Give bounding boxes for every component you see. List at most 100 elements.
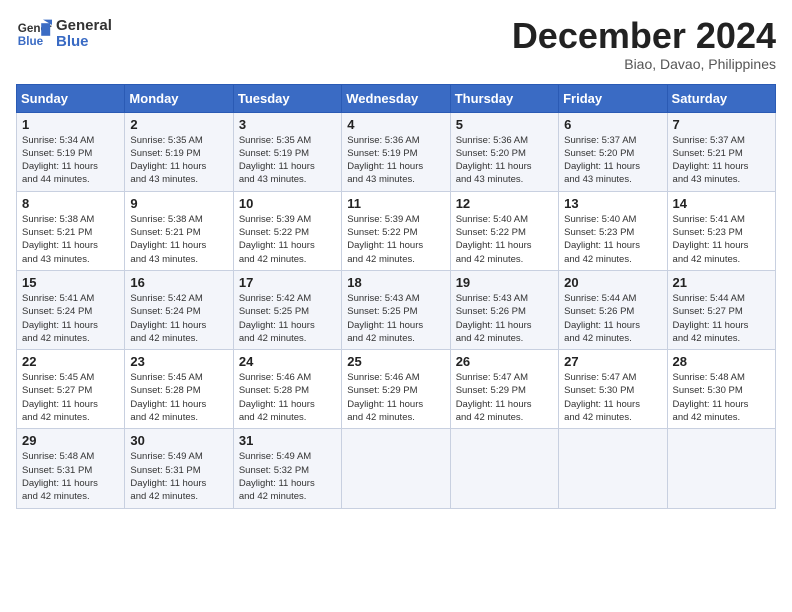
day-number: 27	[564, 354, 661, 369]
day-number: 31	[239, 433, 336, 448]
day-info: Sunrise: 5:46 AMSunset: 5:28 PMDaylight:…	[239, 371, 336, 424]
title-block: December 2024 Biao, Davao, Philippines	[512, 16, 776, 72]
day-info: Sunrise: 5:45 AMSunset: 5:28 PMDaylight:…	[130, 371, 227, 424]
calendar-cell: 27 Sunrise: 5:47 AMSunset: 5:30 PMDayligh…	[559, 350, 667, 429]
day-info: Sunrise: 5:47 AMSunset: 5:29 PMDaylight:…	[456, 371, 553, 424]
calendar-cell: 28Sunrise: 5:48 AMSunset: 5:30 PMDayligh…	[667, 350, 775, 429]
day-info: Sunrise: 5:44 AMSunset: 5:27 PMDaylight:…	[673, 292, 770, 345]
calendar-cell: 10Sunrise: 5:39 AMSunset: 5:22 PMDayligh…	[233, 191, 341, 270]
week-row-4: 22 Sunrise: 5:45 AMSunset: 5:27 PMDayligh…	[17, 350, 776, 429]
day-info: Sunrise: 5:43 AMSunset: 5:26 PMDaylight:…	[456, 292, 553, 345]
calendar-cell: 1Sunrise: 5:34 AMSunset: 5:19 PMDaylight…	[17, 112, 125, 191]
calendar-cell: 2 Sunrise: 5:35 AMSunset: 5:19 PMDaylight…	[125, 112, 233, 191]
week-row-2: 8 Sunrise: 5:38 AMSunset: 5:21 PMDaylight…	[17, 191, 776, 270]
calendar-cell: 25 Sunrise: 5:46 AMSunset: 5:29 PMDayligh…	[342, 350, 450, 429]
day-info: Sunrise: 5:47 AMSunset: 5:30 PMDaylight:…	[564, 371, 661, 424]
calendar-cell: 16Sunrise: 5:42 AMSunset: 5:24 PMDayligh…	[125, 270, 233, 349]
calendar-table: SundayMondayTuesdayWednesdayThursdayFrid…	[16, 84, 776, 509]
day-number: 24	[239, 354, 336, 369]
day-number: 9	[130, 196, 227, 211]
day-number: 4	[347, 117, 444, 132]
day-info: Sunrise: 5:39 AMSunset: 5:22 PMDaylight:…	[347, 213, 444, 266]
calendar-header-row: SundayMondayTuesdayWednesdayThursdayFrid…	[17, 84, 776, 112]
calendar-cell: 30Sunrise: 5:49 AMSunset: 5:31 PMDayligh…	[125, 429, 233, 508]
calendar-cell: 5 Sunrise: 5:36 AMSunset: 5:20 PMDaylight…	[450, 112, 558, 191]
day-info: Sunrise: 5:41 AMSunset: 5:24 PMDaylight:…	[22, 292, 119, 345]
day-number: 28	[673, 354, 770, 369]
day-info: Sunrise: 5:48 AMSunset: 5:31 PMDaylight:…	[22, 450, 119, 503]
day-number: 19	[456, 275, 553, 290]
calendar-cell: 19 Sunrise: 5:43 AMSunset: 5:26 PMDayligh…	[450, 270, 558, 349]
svg-text:Blue: Blue	[18, 35, 44, 48]
day-info: Sunrise: 5:43 AMSunset: 5:25 PMDaylight:…	[347, 292, 444, 345]
calendar-cell: 7Sunrise: 5:37 AMSunset: 5:21 PMDaylight…	[667, 112, 775, 191]
day-number: 8	[22, 196, 119, 211]
day-info: Sunrise: 5:40 AMSunset: 5:23 PMDaylight:…	[564, 213, 661, 266]
day-number: 22	[22, 354, 119, 369]
day-number: 25	[347, 354, 444, 369]
calendar-cell: 3Sunrise: 5:35 AMSunset: 5:19 PMDaylight…	[233, 112, 341, 191]
day-number: 20	[564, 275, 661, 290]
day-info: Sunrise: 5:40 AMSunset: 5:22 PMDaylight:…	[456, 213, 553, 266]
calendar-cell: 14 Sunrise: 5:41 AMSunset: 5:23 PMDayligh…	[667, 191, 775, 270]
calendar-cell: 12 Sunrise: 5:40 AMSunset: 5:22 PMDayligh…	[450, 191, 558, 270]
day-info: Sunrise: 5:37 AMSunset: 5:20 PMDaylight:…	[564, 134, 661, 187]
day-info: Sunrise: 5:39 AMSunset: 5:22 PMDaylight:…	[239, 213, 336, 266]
calendar-cell: 11 Sunrise: 5:39 AMSunset: 5:22 PMDayligh…	[342, 191, 450, 270]
day-number: 18	[347, 275, 444, 290]
calendar-cell: 21 Sunrise: 5:44 AMSunset: 5:27 PMDayligh…	[667, 270, 775, 349]
calendar-cell	[667, 429, 775, 508]
calendar-cell: 15 Sunrise: 5:41 AMSunset: 5:24 PMDayligh…	[17, 270, 125, 349]
day-number: 15	[22, 275, 119, 290]
logo-blue: Blue	[56, 34, 112, 51]
day-info: Sunrise: 5:36 AMSunset: 5:20 PMDaylight:…	[456, 134, 553, 187]
page-header: General Blue General Blue December 2024 …	[16, 16, 776, 72]
calendar-cell: 8 Sunrise: 5:38 AMSunset: 5:21 PMDaylight…	[17, 191, 125, 270]
logo: General Blue General Blue	[16, 16, 112, 52]
day-info: Sunrise: 5:36 AMSunset: 5:19 PMDaylight:…	[347, 134, 444, 187]
calendar-cell: 24 Sunrise: 5:46 AMSunset: 5:28 PMDayligh…	[233, 350, 341, 429]
calendar-cell: 9 Sunrise: 5:38 AMSunset: 5:21 PMDaylight…	[125, 191, 233, 270]
logo-icon: General Blue	[16, 16, 52, 52]
day-number: 14	[673, 196, 770, 211]
day-number: 2	[130, 117, 227, 132]
day-number: 21	[673, 275, 770, 290]
day-number: 26	[456, 354, 553, 369]
day-info: Sunrise: 5:38 AMSunset: 5:21 PMDaylight:…	[130, 213, 227, 266]
calendar-cell: 17Sunrise: 5:42 AMSunset: 5:25 PMDayligh…	[233, 270, 341, 349]
day-number: 17	[239, 275, 336, 290]
day-info: Sunrise: 5:45 AMSunset: 5:27 PMDaylight:…	[22, 371, 119, 424]
calendar-cell: 26 Sunrise: 5:47 AMSunset: 5:29 PMDayligh…	[450, 350, 558, 429]
day-number: 12	[456, 196, 553, 211]
week-row-5: 29 Sunrise: 5:48 AMSunset: 5:31 PMDayligh…	[17, 429, 776, 508]
day-number: 29	[22, 433, 119, 448]
week-row-3: 15 Sunrise: 5:41 AMSunset: 5:24 PMDayligh…	[17, 270, 776, 349]
calendar-cell: 4 Sunrise: 5:36 AMSunset: 5:19 PMDaylight…	[342, 112, 450, 191]
day-number: 5	[456, 117, 553, 132]
day-info: Sunrise: 5:41 AMSunset: 5:23 PMDaylight:…	[673, 213, 770, 266]
day-number: 6	[564, 117, 661, 132]
day-info: Sunrise: 5:49 AMSunset: 5:32 PMDaylight:…	[239, 450, 336, 503]
day-info: Sunrise: 5:44 AMSunset: 5:26 PMDaylight:…	[564, 292, 661, 345]
day-number: 11	[347, 196, 444, 211]
calendar-cell: 13 Sunrise: 5:40 AMSunset: 5:23 PMDayligh…	[559, 191, 667, 270]
location: Biao, Davao, Philippines	[512, 56, 776, 72]
header-saturday: Saturday	[667, 84, 775, 112]
calendar-cell: 29 Sunrise: 5:48 AMSunset: 5:31 PMDayligh…	[17, 429, 125, 508]
header-friday: Friday	[559, 84, 667, 112]
day-info: Sunrise: 5:46 AMSunset: 5:29 PMDaylight:…	[347, 371, 444, 424]
day-info: Sunrise: 5:42 AMSunset: 5:24 PMDaylight:…	[130, 292, 227, 345]
day-info: Sunrise: 5:35 AMSunset: 5:19 PMDaylight:…	[130, 134, 227, 187]
header-sunday: Sunday	[17, 84, 125, 112]
header-thursday: Thursday	[450, 84, 558, 112]
calendar-cell: 23Sunrise: 5:45 AMSunset: 5:28 PMDayligh…	[125, 350, 233, 429]
calendar-cell: 20 Sunrise: 5:44 AMSunset: 5:26 PMDayligh…	[559, 270, 667, 349]
header-monday: Monday	[125, 84, 233, 112]
day-number: 13	[564, 196, 661, 211]
header-wednesday: Wednesday	[342, 84, 450, 112]
calendar-cell	[342, 429, 450, 508]
day-info: Sunrise: 5:34 AMSunset: 5:19 PMDaylight:…	[22, 134, 119, 187]
day-info: Sunrise: 5:38 AMSunset: 5:21 PMDaylight:…	[22, 213, 119, 266]
week-row-1: 1Sunrise: 5:34 AMSunset: 5:19 PMDaylight…	[17, 112, 776, 191]
day-info: Sunrise: 5:35 AMSunset: 5:19 PMDaylight:…	[239, 134, 336, 187]
